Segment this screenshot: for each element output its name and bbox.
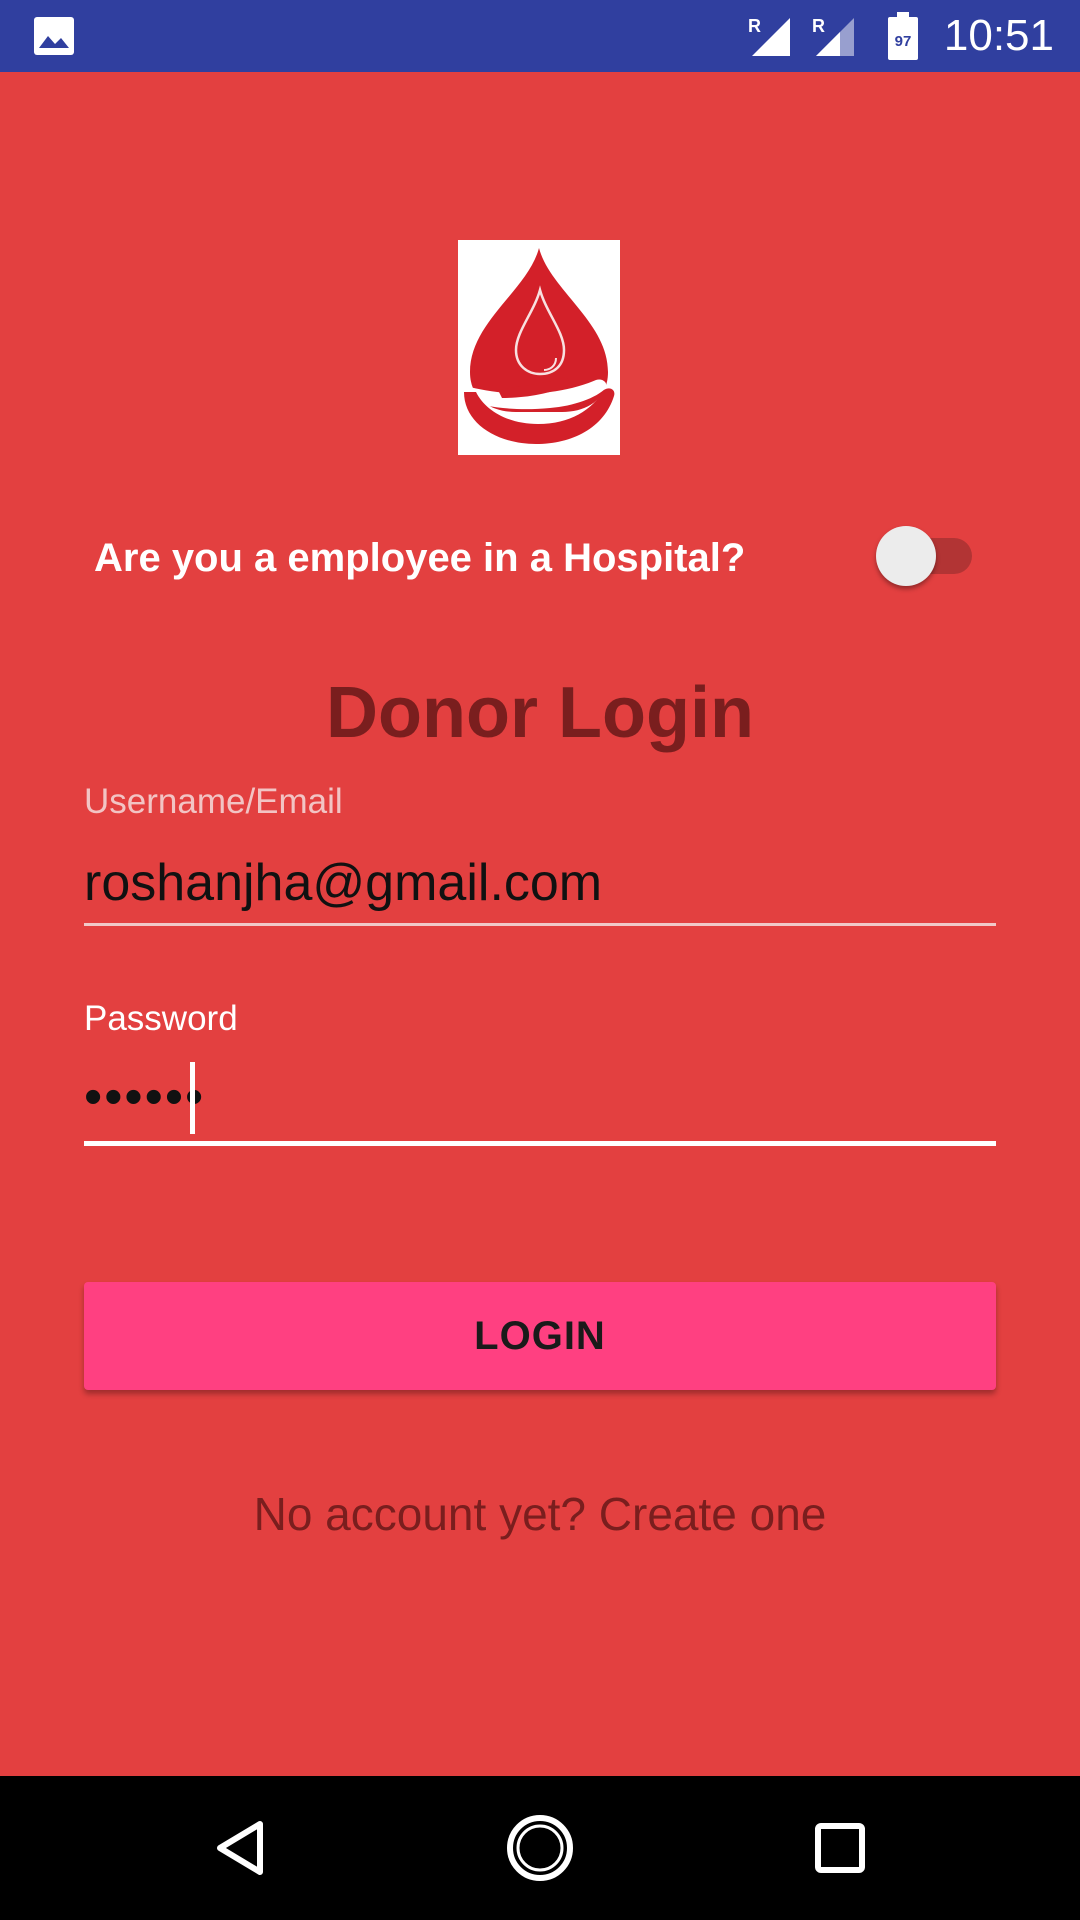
image-icon [34, 17, 74, 55]
password-label: Password [84, 999, 238, 1038]
username-label: Username/Email [84, 782, 343, 821]
app-logo [458, 240, 620, 455]
status-clock: 10:51 [943, 11, 1054, 60]
create-account-link[interactable]: No account yet? Create one [0, 1484, 1080, 1544]
svg-text:R: R [748, 16, 761, 36]
signal-icon: R [812, 16, 854, 56]
navigation-bar [0, 1776, 1080, 1920]
battery-icon: 97 [888, 12, 918, 60]
recent-apps-icon[interactable] [798, 1806, 882, 1890]
svg-text:97: 97 [895, 33, 912, 50]
svg-text:R: R [812, 16, 825, 36]
page-title: Donor Login [326, 673, 754, 753]
status-bar: R R 97 10:51 [0, 0, 1080, 72]
hospital-employee-switch[interactable] [876, 526, 976, 586]
password-underline [84, 1141, 996, 1146]
blood-drop-hand-icon [464, 248, 615, 444]
switch-thumb [876, 526, 936, 586]
signal-icon: R [748, 16, 790, 56]
username-underline [84, 923, 996, 926]
home-icon[interactable] [498, 1806, 582, 1890]
back-icon[interactable] [198, 1806, 282, 1890]
hospital-employee-question: Are you a employee in a Hospital? [94, 536, 746, 580]
text-cursor [190, 1062, 195, 1134]
login-button[interactable]: LOGIN [84, 1282, 996, 1390]
username-email-field[interactable] [84, 848, 996, 918]
password-field[interactable] [84, 1062, 996, 1132]
